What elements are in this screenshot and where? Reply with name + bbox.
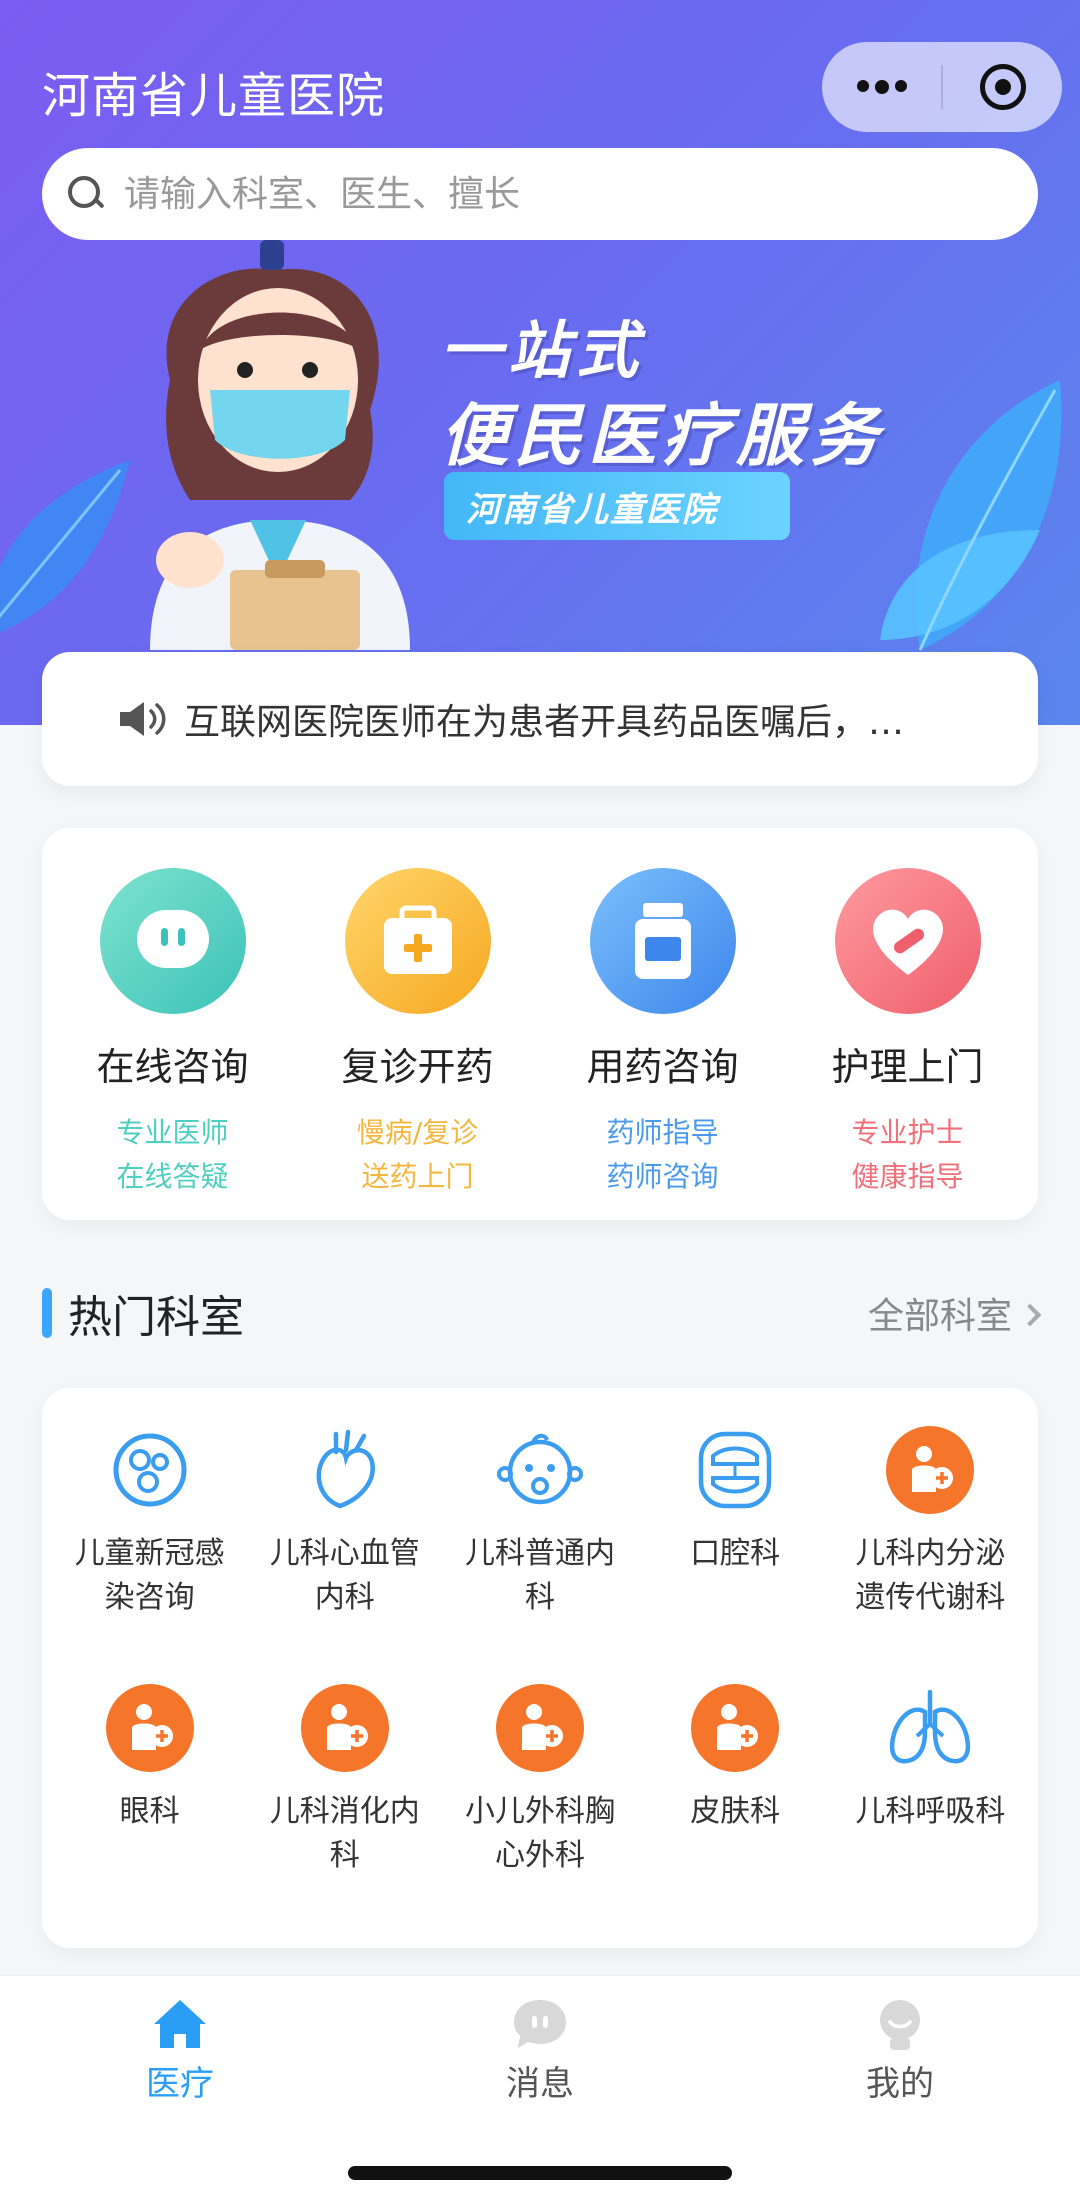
service-medication-consult[interactable]: 用药咨询 药师指导 药师咨询 [548, 868, 778, 1220]
target-icon [979, 64, 1026, 110]
search-input[interactable] [124, 173, 984, 215]
dept-cardiothoracic-surgery[interactable]: 小儿外科胸心外科 [442, 1670, 637, 1928]
hot-departments-header: 热门科室 全部科室 [42, 1278, 1042, 1348]
doctor-badge-icon [495, 1684, 584, 1772]
message-icon [514, 2000, 566, 2048]
speaker-icon [120, 702, 166, 736]
dept-name: 儿科呼吸科 [855, 1794, 1006, 1829]
all-departments-link[interactable]: 全部科室 [867, 1287, 1042, 1339]
tab-messages[interactable]: 消息 [460, 1998, 620, 2105]
service-name: 复诊开药 [341, 1045, 494, 1089]
doctor-badge-icon [300, 1684, 389, 1772]
dept-ophthalmology[interactable]: 眼科 [52, 1670, 247, 1928]
dept-respiratory[interactable]: 儿科呼吸科 [833, 1670, 1028, 1928]
dept-name: 小儿外科胸心外科 [464, 1794, 615, 1873]
mouth-icon [691, 1426, 779, 1514]
doctor-badge-icon [691, 1684, 780, 1772]
announcement-bar[interactable]: 互联网医院医师在为患者开具药品医嘱后，… [42, 652, 1038, 786]
banner-headline-2: 便民医疗服务 [440, 397, 885, 476]
home-icon [154, 2000, 206, 2048]
service-desc-line: 在线答疑 [116, 1160, 229, 1193]
dept-general-pediatrics[interactable]: 儿科普通内科 [442, 1412, 637, 1670]
service-desc-line: 专业医师 [116, 1116, 229, 1149]
service-desc-line: 健康指导 [851, 1160, 964, 1193]
service-desc-line: 药师咨询 [606, 1160, 719, 1193]
service-desc: 药师指导 药师咨询 [606, 1111, 718, 1199]
more-button[interactable] [822, 42, 941, 132]
dept-name: 眼科 [119, 1794, 180, 1829]
tab-label: 消息 [506, 2064, 574, 2104]
service-name: 用药咨询 [586, 1045, 739, 1089]
medicine-box-icon [344, 868, 491, 1014]
pill-bottle-icon [589, 868, 736, 1014]
search-icon [66, 174, 106, 214]
dept-gastroenterology[interactable]: 儿科消化内科 [247, 1670, 442, 1928]
service-grid: 在线咨询 专业医师 在线答疑 复诊开药 慢病/复诊 送药上门 用药咨询 药师指导… [42, 828, 1038, 1220]
doctor-badge-icon [105, 1684, 194, 1772]
dept-name: 儿科内分泌遗传代谢科 [855, 1536, 1006, 1615]
tab-label: 医疗 [146, 2064, 214, 2104]
service-desc: 专业护士 健康指导 [851, 1111, 963, 1199]
search-bar[interactable] [42, 148, 1038, 240]
service-desc-line: 送药上门 [361, 1160, 474, 1193]
dept-name: 儿童新冠感染咨询 [74, 1536, 225, 1615]
tab-label: 我的 [866, 2064, 934, 2104]
profile-icon [880, 2000, 920, 2050]
dept-dermatology[interactable]: 皮肤科 [638, 1670, 833, 1928]
doctor-illustration [150, 240, 410, 650]
mini-program-capsule [822, 42, 1062, 132]
dept-covid-consult[interactable]: 儿童新冠感染咨询 [52, 1412, 247, 1670]
dept-name: 皮肤科 [690, 1794, 781, 1829]
dept-name: 口腔科 [690, 1536, 781, 1571]
leaf-decoration-right [880, 380, 1062, 651]
service-desc-line: 药师指导 [606, 1116, 719, 1149]
tab-profile[interactable]: 我的 [820, 1998, 980, 2105]
service-desc-line: 专业护士 [851, 1116, 964, 1149]
section-title: 热门科室 [68, 1292, 244, 1343]
more-dots-icon [856, 80, 907, 94]
heart-pill-icon [834, 868, 981, 1014]
dept-name: 儿科普通内科 [464, 1536, 615, 1615]
page-title: 河南省儿童医院 [42, 68, 386, 124]
promo-banner[interactable]: 一站式 便民医疗服务 河南省儿童医院 [0, 240, 1080, 651]
service-home-nursing[interactable]: 护理上门 专业护士 健康指导 [793, 868, 1023, 1220]
close-miniprogram-button[interactable] [943, 42, 1062, 132]
service-desc: 专业医师 在线答疑 [116, 1111, 228, 1199]
lungs-icon [886, 1684, 974, 1772]
dept-cardiovascular[interactable]: 儿科心血管内科 [247, 1412, 442, 1670]
dept-endocrine-genetic[interactable]: 儿科内分泌遗传代谢科 [833, 1412, 1028, 1670]
service-desc-line: 慢病/复诊 [356, 1116, 479, 1149]
service-name: 护理上门 [831, 1045, 984, 1089]
banner-hospital-tag: 河南省儿童医院 [444, 472, 790, 540]
dept-name: 儿科消化内科 [269, 1794, 420, 1873]
service-revisit-prescription[interactable]: 复诊开药 慢病/复诊 送药上门 [303, 868, 533, 1220]
service-desc: 慢病/复诊 送药上门 [357, 1111, 478, 1199]
heart-organ-icon [301, 1426, 389, 1514]
tab-medical[interactable]: 医疗 [100, 1998, 260, 2105]
virus-icon [106, 1426, 194, 1514]
department-grid: 儿童新冠感染咨询 儿科心血管内科 儿科普通内科 口腔科 儿科内分泌遗传代谢科 眼… [42, 1388, 1038, 1948]
baby-face-icon [496, 1426, 584, 1514]
chat-bubble-icon [99, 868, 246, 1014]
doctor-badge-icon [886, 1426, 975, 1514]
header-hero: 河南省儿童医院 请输入科室、医生、擅长 一站式 便民医疗服务 河南省儿童医院 [0, 0, 1080, 725]
service-name: 在线咨询 [96, 1045, 249, 1089]
all-departments-label: 全部科室 [867, 1296, 1012, 1337]
service-online-consult[interactable]: 在线咨询 专业医师 在线答疑 [58, 868, 288, 1220]
section-accent-bar [42, 1288, 52, 1338]
home-indicator [348, 2166, 732, 2180]
announcement-text: 互联网医院医师在为患者开具药品医嘱后，… [184, 702, 905, 743]
chevron-right-icon [1018, 1303, 1042, 1327]
dept-name: 儿科心血管内科 [269, 1536, 420, 1615]
dept-stomatology[interactable]: 口腔科 [638, 1412, 833, 1670]
banner-headline-1: 一站式 [440, 314, 645, 387]
